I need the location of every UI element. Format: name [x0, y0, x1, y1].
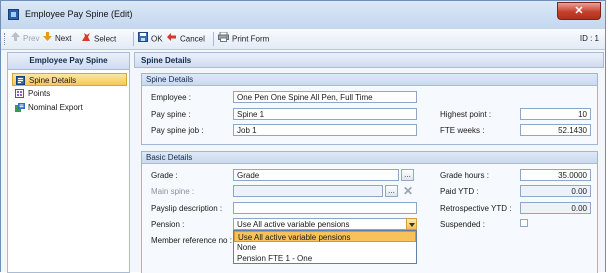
ok-label: OK	[151, 34, 163, 44]
nav-item-label: Spine Details	[29, 76, 77, 85]
toolbar-grip[interactable]	[4, 33, 7, 45]
points-icon	[15, 89, 24, 98]
cancel-button[interactable]: Cancel	[167, 32, 205, 46]
nav-item-nominal-export[interactable]: Nominal Export	[12, 101, 127, 114]
pension-option[interactable]: Pension FTE 1 - One	[234, 253, 416, 264]
pension-label: Pension :	[151, 220, 185, 229]
pay-spine-job-field[interactable]: Job 1	[233, 124, 417, 136]
pay-spine-job-label: Pay spine job :	[151, 126, 204, 135]
main-spine-field[interactable]	[233, 185, 383, 197]
grade-hours-field[interactable]: 35.0000	[520, 169, 591, 181]
paid-ytd-label: Paid YTD :	[440, 187, 479, 196]
cancel-label: Cancel	[180, 34, 205, 44]
payslip-description-field[interactable]	[233, 202, 417, 214]
title-bar: Employee Pay Spine (Edit) ✕	[1, 1, 605, 30]
pension-option[interactable]: None	[234, 242, 416, 253]
print-form-label: Print Form	[232, 34, 270, 44]
employee-label: Employee :	[151, 93, 192, 102]
prev-button[interactable]: Prev	[11, 32, 39, 46]
grade-hours-label: Grade hours :	[440, 171, 489, 180]
nominal-export-icon	[15, 103, 25, 112]
print-icon	[218, 31, 229, 47]
chevron-down-icon[interactable]	[406, 218, 417, 230]
select-label: Select	[94, 34, 117, 44]
highest-point-label: Highest point :	[440, 110, 492, 119]
payslip-description-label: Payslip description :	[151, 204, 223, 213]
next-button[interactable]: Next	[43, 32, 71, 46]
record-id-label: ID : 1	[579, 34, 599, 43]
nav-item-spine-details[interactable]: Spine Details	[12, 73, 127, 86]
member-reference-label: Member reference no :	[151, 236, 232, 245]
highest-point-field[interactable]: 10	[520, 108, 591, 120]
close-button[interactable]: ✕	[557, 2, 601, 20]
retrospective-ytd-field[interactable]: 0.00	[520, 202, 591, 214]
pension-dropdown-list: Use All active variable pensions None Pe…	[233, 230, 417, 264]
ok-button[interactable]: OK	[138, 32, 163, 46]
employee-field[interactable]: One Pen One Spine All Pen, Full Time	[233, 91, 417, 103]
spine-details-group-header: Spine Details	[142, 74, 597, 86]
pension-option[interactable]: Use All active variable pensions	[234, 231, 416, 242]
navigation-panel: Employee Pay Spine Spine Details Points …	[7, 52, 130, 273]
suspended-checkbox[interactable]	[520, 219, 528, 227]
clear-icon[interactable]: ✕	[402, 185, 414, 197]
employee-pay-spine-window: Employee Pay Spine (Edit) ✕ Prev Next Se…	[0, 0, 606, 273]
fte-weeks-label: FTE weeks :	[440, 126, 485, 135]
prev-label: Prev	[23, 34, 40, 44]
main-spine-label: Main spine :	[151, 187, 195, 196]
undo-arrow-icon	[167, 32, 177, 47]
grade-label: Grade :	[151, 171, 178, 180]
nav-item-label: Nominal Export	[28, 103, 83, 112]
toolbar-separator	[133, 32, 134, 46]
nav-item-points[interactable]: Points	[12, 87, 127, 100]
spine-details-icon	[16, 76, 25, 85]
nav-item-label: Points	[28, 89, 51, 98]
page-title: Spine Details	[134, 52, 604, 68]
select-button[interactable]: Select	[81, 32, 116, 46]
arrow-up-icon	[11, 32, 20, 46]
next-label: Next	[55, 34, 72, 44]
main-spine-lookup-button[interactable]: ...	[385, 185, 398, 197]
suspended-label: Suspended :	[440, 220, 485, 229]
pay-spine-label: Pay spine :	[151, 110, 191, 119]
navigation-panel-title: Employee Pay Spine	[8, 53, 129, 70]
fte-weeks-field[interactable]: 52.1430	[520, 124, 591, 136]
paid-ytd-field[interactable]: 0.00	[520, 185, 591, 197]
grade-lookup-button[interactable]: ...	[401, 169, 414, 181]
save-icon	[138, 32, 148, 47]
retrospective-ytd-label: Retrospective YTD :	[440, 204, 512, 213]
grade-field[interactable]: Grade	[233, 169, 399, 181]
window-title: Employee Pay Spine (Edit)	[25, 9, 133, 19]
basic-details-group-header: Basic Details	[142, 152, 597, 164]
arrow-down-icon	[43, 32, 52, 46]
app-icon	[8, 9, 19, 20]
select-icon	[81, 32, 91, 47]
toolbar-separator	[213, 32, 214, 46]
pension-select[interactable]: Use All active variable pensions	[233, 218, 417, 230]
print-form-button[interactable]: Print Form	[218, 31, 270, 47]
pay-spine-field[interactable]: Spine 1	[233, 108, 417, 120]
toolbar: Prev Next Select OK Cancel Print Form ID…	[1, 29, 605, 50]
